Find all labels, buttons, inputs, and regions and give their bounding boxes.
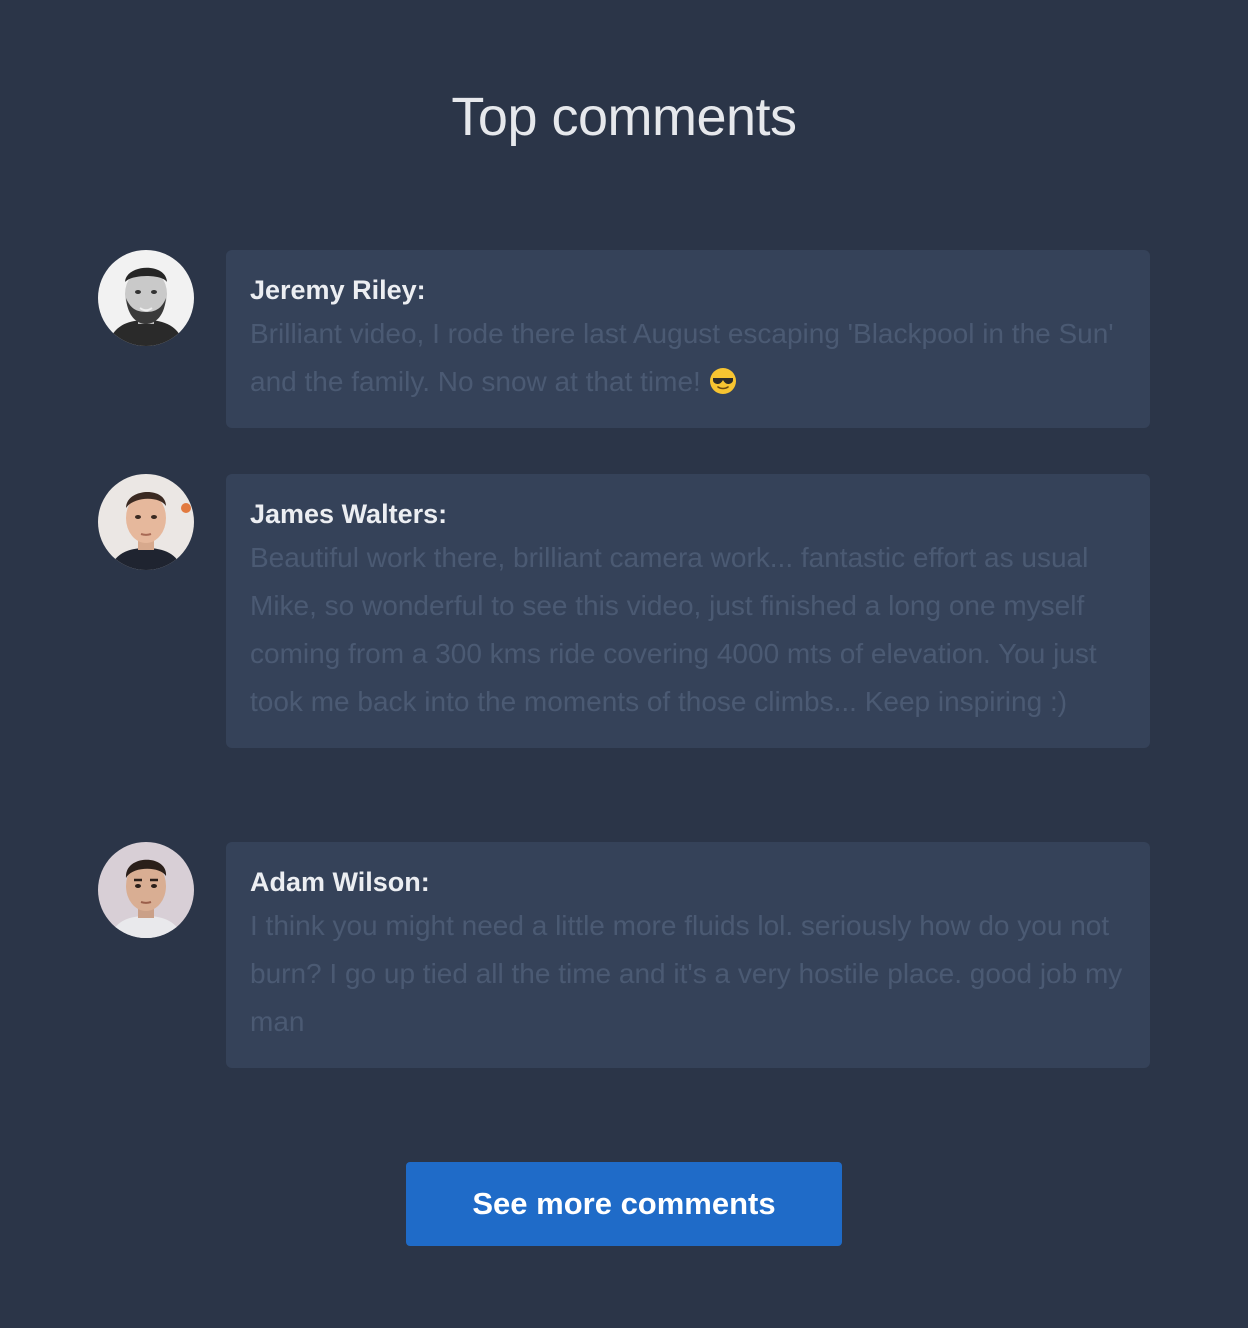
avatar[interactable] (98, 250, 194, 346)
page-title: Top comments (451, 87, 797, 147)
comment-bubble: Jeremy Riley: Brilliant video, I rode th… (226, 250, 1150, 428)
avatar-photo-icon (98, 842, 194, 938)
sunglasses-emoji-icon (709, 362, 737, 394)
comment-author: James Walters: (250, 499, 448, 529)
avatar[interactable] (98, 474, 194, 570)
comment-author: Adam Wilson: (250, 867, 430, 897)
comment-author: Jeremy Riley: (250, 275, 426, 305)
comment-bubble: Adam Wilson: I think you might need a li… (226, 842, 1150, 1068)
comment-text: I think you might need a little more flu… (250, 910, 1123, 1037)
see-more-comments-button[interactable]: See more comments (406, 1162, 842, 1246)
avatar[interactable] (98, 842, 194, 938)
comment-text-wrapper: Brilliant video, I rode there last Augus… (250, 310, 1126, 406)
comment-text: Brilliant video, I rode there last Augus… (250, 318, 1114, 397)
comment-bubble: James Walters: Beautiful work there, bri… (226, 474, 1150, 748)
avatar-photo-icon (98, 474, 194, 570)
avatar-photo-icon (98, 250, 194, 346)
comment-text: Beautiful work there, brilliant camera w… (250, 542, 1097, 717)
